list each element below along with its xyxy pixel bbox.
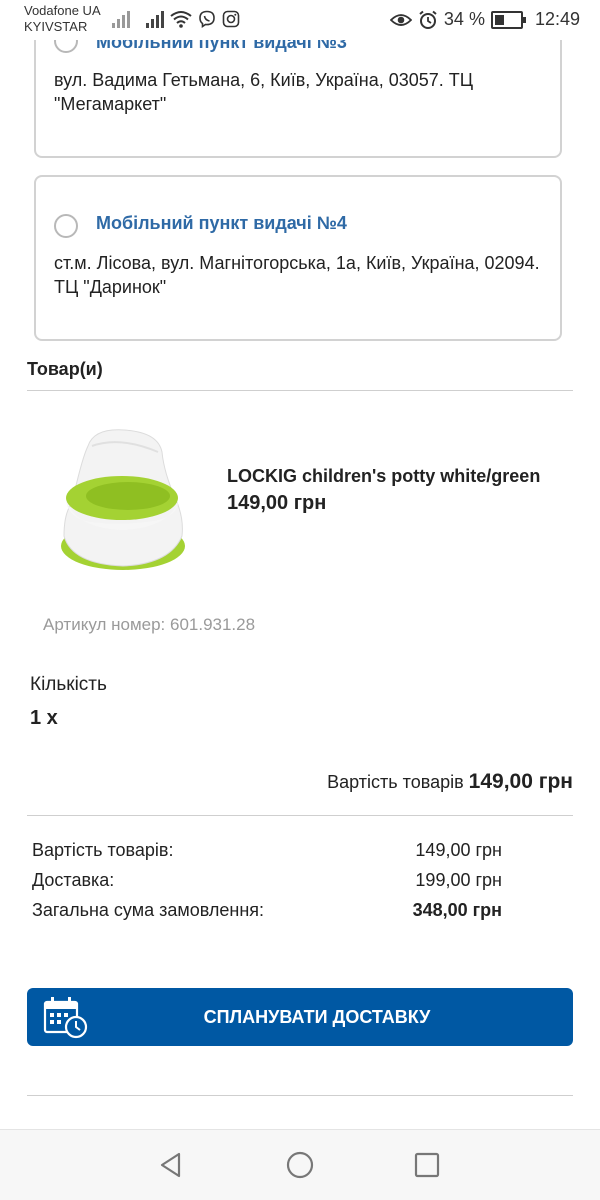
summary-value: 199,00 грн [415, 870, 502, 890]
status-icons-left [112, 10, 240, 28]
quantity-label: Кількість [30, 674, 107, 695]
viber-icon [199, 10, 215, 28]
summary-row-delivery: Доставка: 199,00 грн [32, 870, 502, 891]
summary-label: Вартість товарів: [32, 840, 174, 860]
summary-divider [27, 815, 573, 816]
summary-total-value: 348,00 грн [412, 900, 502, 920]
recents-square-icon[interactable] [412, 1150, 442, 1180]
alarm-icon [419, 10, 437, 29]
back-triangle-icon[interactable] [157, 1150, 187, 1180]
potty-product-image[interactable] [50, 418, 190, 578]
instagram-icon [222, 10, 240, 28]
items-cost-label: Вартість товарів [327, 772, 464, 792]
bottom-divider [27, 1095, 573, 1096]
clock-time: 12:49 [534, 9, 580, 29]
battery-percent: 34 % [443, 9, 485, 29]
pickup-point-address: ст.м. Лісова, вул. Магнітогорська, 1а, К… [54, 253, 540, 297]
summary-label: Загальна сума замовлення: [32, 900, 265, 920]
items-cost: Вартість товарів 149,00 грн [327, 770, 573, 794]
radio-button[interactable] [54, 214, 78, 238]
product-article-number: Артикул номер: 601.931.28 [43, 615, 256, 634]
pickup-point-title: Мобільний пункт видачі №4 [96, 213, 347, 233]
status-icons-right: 34 % 12:49 [389, 9, 580, 30]
plan-delivery-button[interactable]: СПЛАНУВАТИ ДОСТАВКУ [27, 988, 573, 1046]
signal-strength-icon [112, 10, 130, 28]
section-divider [27, 390, 573, 391]
eye-comfort-icon [389, 13, 412, 26]
items-cost-value: 149,00 грн [468, 770, 573, 793]
battery-icon [490, 10, 526, 29]
pickup-point-address: вул. Вадима Гетьмана, 6, Київ, Україна, … [54, 70, 474, 114]
pickup-point-card[interactable]: Мобільний пункт видачі №4 ст.м. Лісова, … [34, 175, 562, 341]
products-section-title: Товар(и) [27, 359, 103, 379]
product-name[interactable]: LOCKIG children's potty white/green [227, 466, 540, 487]
summary-row-total: Загальна сума замовлення: 348,00 грн [32, 900, 502, 921]
carrier-name-2: KYIVSTAR [24, 19, 88, 34]
quantity-value: 1 x [30, 707, 58, 729]
plan-delivery-label: СПЛАНУВАТИ ДОСТАВКУ [203, 1007, 431, 1027]
wifi-icon [170, 11, 192, 28]
summary-label: Доставка: [32, 870, 115, 890]
home-circle-icon[interactable] [285, 1150, 315, 1180]
product-price: 149,00 грн [227, 492, 327, 514]
carrier-info: Vodafone UA KYIVSTAR [24, 3, 101, 35]
carrier-name-1: Vodafone UA [24, 3, 101, 18]
signal-strength-icon [146, 10, 164, 28]
summary-row-items: Вартість товарів: 149,00 грн [32, 840, 502, 861]
status-bar: Vodafone UA KYIVSTAR 34 % 12:49 [0, 0, 600, 40]
summary-value: 149,00 грн [415, 840, 502, 860]
navigation-bar [0, 1129, 600, 1200]
